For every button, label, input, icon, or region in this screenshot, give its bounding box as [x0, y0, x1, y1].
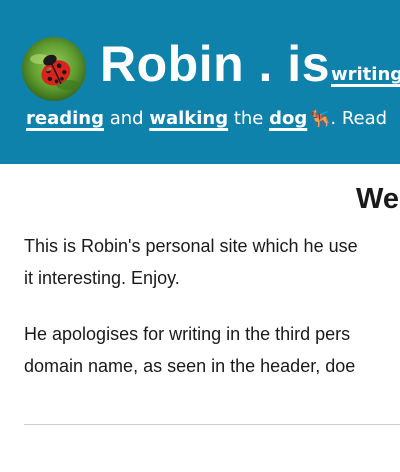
site-title: Robin . is	[100, 34, 330, 94]
intro-paragraph-line: This is Robin's personal site which he u…	[24, 236, 358, 256]
writing-link[interactable]: writing	[331, 64, 400, 86]
apology-paragraph-line: He apologises for writing in the third p…	[24, 324, 351, 344]
reading-link[interactable]: reading	[26, 108, 104, 129]
ladybird-avatar-icon[interactable]	[22, 37, 86, 101]
apology-paragraph-line: domain name, as seen in the header, doe	[24, 356, 356, 376]
apology-paragraph: He apologises for writing in the third p…	[24, 318, 355, 382]
intro-paragraph: This is Robin's personal site which he u…	[24, 230, 358, 294]
site-title-link[interactable]: Robin . is	[100, 36, 330, 92]
intro-paragraph-line: it interesting. Enjoy.	[24, 268, 180, 288]
walking-link[interactable]: walking	[149, 108, 228, 129]
tagline: reading and walking the dog 🐕‍🦺. Read	[26, 106, 387, 132]
service-dog-icon: 🐕‍🦺	[309, 109, 331, 129]
tagline-read-text: . Read	[330, 108, 388, 129]
section-divider	[24, 424, 400, 425]
welcome-heading: We	[356, 183, 399, 215]
dog-link[interactable]: dog	[269, 108, 307, 129]
tagline-and-text: and	[104, 108, 150, 129]
tagline-the-text: the	[228, 108, 270, 129]
site-header: Robin . is writing reading and walking t…	[0, 0, 400, 164]
